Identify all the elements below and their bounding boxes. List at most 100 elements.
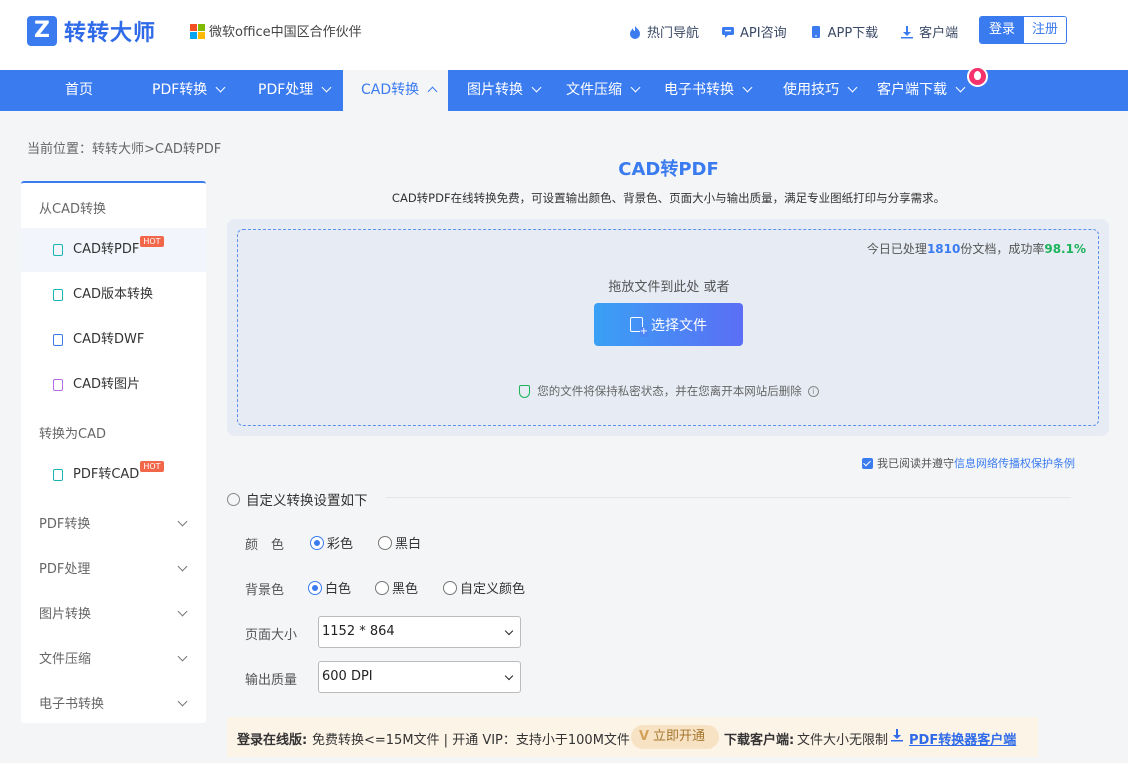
sidebar-section-ebook[interactable]: 电子书转换 [39, 693, 206, 712]
bg-radio-black[interactable]: 黑色 [375, 578, 418, 597]
promo-online-text: 免费转换<=15M文件 | 开通 VIP：支持小于100M文件 [312, 733, 630, 748]
chevron-down-icon [955, 82, 966, 93]
hot-fire-icon [967, 66, 988, 87]
info-icon[interactable]: i [807, 385, 819, 397]
image-icon [53, 379, 63, 391]
top-bar: 转转大师 微软office中国区合作伙伴 热门导航 API咨询 APP下载 客户… [0, 0, 1128, 70]
color-label: 颜 色 [245, 538, 285, 553]
file-icon [53, 334, 63, 346]
client-download-link[interactable]: PDF转换器客户端 [909, 729, 1016, 748]
nav-tips[interactable]: 使用技巧 [783, 70, 858, 111]
chevron-down-icon [504, 626, 514, 636]
divider [386, 497, 1071, 498]
sidebar-group-from-cad: 从CAD转换 [39, 202, 106, 217]
radio-icon [375, 580, 389, 595]
login-button[interactable]: 登录 [980, 17, 1024, 43]
chevron-down-icon [531, 82, 542, 93]
register-button[interactable]: 注册 [1024, 17, 1066, 43]
promo-client-label: 下载客户端: [724, 733, 795, 748]
top-link-hot-nav[interactable]: 热门导航 [628, 22, 699, 41]
privacy-note: 您的文件将保持私密状态，并在您离开本网站后删除 i [238, 383, 1100, 399]
nav-client-download[interactable]: 客户端下载 [877, 70, 966, 111]
breadcrumb: 当前位置：转转大师>CAD转PDF [27, 142, 222, 157]
quality-label: 输出质量 [245, 673, 298, 688]
vip-button[interactable]: 立即开通 [631, 725, 719, 749]
select-file-button[interactable]: 选择文件 [594, 303, 743, 346]
sidebar-section-compress[interactable]: 文件压缩 [39, 648, 206, 667]
sidebar-group-to-cad: 转换为CAD [39, 427, 106, 442]
radio-icon [443, 580, 457, 595]
background-label: 背景色 [245, 583, 285, 598]
sidebar-section-pdf-process[interactable]: PDF处理 [39, 558, 206, 577]
logo-icon [27, 16, 57, 46]
chevron-down-icon [742, 82, 753, 93]
bg-radio-custom[interactable]: 自定义颜色 [443, 578, 525, 597]
chevron-down-icon [504, 671, 514, 681]
gear-icon [227, 492, 240, 506]
download-icon [901, 25, 914, 38]
bg-radio-white[interactable]: 白色 [308, 578, 351, 597]
download-icon [891, 729, 903, 742]
logo-text: 转转大师 [64, 21, 157, 46]
nav-ebook[interactable]: 电子书转换 [664, 70, 753, 111]
phone-icon [811, 25, 820, 38]
processing-stats: 今日已处理1810份文档，成功率98.1% [866, 242, 1086, 256]
microsoft-icon [190, 23, 205, 39]
nav-cad-convert[interactable]: CAD转换 [343, 70, 448, 111]
sidebar-item-cad-to-dwf[interactable]: CAD转DWF [21, 318, 206, 362]
chevron-down-icon [321, 82, 332, 93]
agreement: 我已阅读并遵守 信息网络传播权保护条例 [862, 455, 1075, 471]
drop-zone[interactable]: 今日已处理1810份文档，成功率98.1% 拖放文件到此处 或者 选择文件 您的… [237, 229, 1099, 426]
nav-pdf-convert[interactable]: PDF转换 [152, 70, 226, 111]
page-size-select[interactable]: 1152 * 864 [318, 616, 521, 648]
nav-image-convert[interactable]: 图片转换 [467, 70, 542, 111]
settings-heading: 自定义转换设置如下 [227, 489, 368, 509]
partner-badge: 微软office中国区合作伙伴 [190, 21, 362, 40]
add-file-icon [630, 317, 648, 337]
file-icon [53, 289, 63, 301]
hot-badge: HOT [140, 461, 164, 472]
color-radio-bw[interactable]: 黑白 [378, 533, 421, 552]
sidebar-item-cad-version[interactable]: CAD版本转换 [21, 273, 206, 317]
chevron-down-icon [847, 82, 858, 93]
chevron-down-icon [630, 82, 641, 93]
drop-hint: 拖放文件到此处 或者 [608, 280, 730, 295]
top-links: 热门导航 API咨询 APP下载 客户端 [628, 22, 980, 41]
color-radio-color[interactable]: 彩色 [310, 533, 353, 552]
radio-icon [308, 580, 322, 595]
sidebar-section-pdf-convert[interactable]: PDF转换 [39, 513, 206, 532]
file-icon [53, 469, 63, 481]
chevron-down-icon [177, 651, 188, 662]
chevron-down-icon [177, 606, 188, 617]
chevron-down-icon [177, 516, 188, 527]
chevron-down-icon [177, 561, 188, 572]
nav-compress[interactable]: 文件压缩 [566, 70, 641, 111]
promo-online-label: 登录在线版: [237, 733, 308, 748]
sidebar-item-pdf-to-cad[interactable]: PDF转CADHOT [21, 453, 206, 497]
sidebar-section-image-convert[interactable]: 图片转换 [39, 603, 206, 622]
radio-icon [310, 535, 324, 550]
logo[interactable]: 转转大师 [27, 15, 156, 47]
file-icon [53, 244, 63, 256]
radio-icon [378, 535, 392, 550]
nav-pdf-process[interactable]: PDF处理 [258, 70, 332, 111]
top-link-app[interactable]: APP下载 [809, 22, 878, 41]
success-rate: 98.1% [1044, 242, 1086, 256]
sidebar-item-cad-to-image[interactable]: CAD转图片 [21, 363, 206, 407]
quality-select[interactable]: 600 DPI [318, 661, 521, 693]
promo-bar: 登录在线版: 免费转换<=15M文件 | 开通 VIP：支持小于100M文件 立… [227, 717, 1038, 757]
top-link-api[interactable]: API咨询 [721, 22, 787, 41]
promo-client-text: 文件大小无限制 [797, 733, 889, 748]
fire-icon [630, 25, 640, 39]
page-title: CAD转PDF [618, 159, 719, 180]
top-link-client[interactable]: 客户端 [900, 22, 958, 41]
shield-icon [519, 384, 531, 398]
agree-checkbox[interactable] [862, 457, 873, 469]
agreement-link[interactable]: 信息网络传播权保护条例 [954, 455, 1075, 471]
hot-badge: HOT [140, 236, 164, 247]
nav-home[interactable]: 首页 [65, 70, 93, 111]
main-nav: 首页 PDF转换 PDF处理 CAD转换 图片转换 文件压缩 电子书转换 使用技… [0, 70, 1128, 111]
sidebar: 从CAD转换 CAD转PDFHOT CAD版本转换 CAD转DWF CAD转图片… [21, 181, 206, 723]
sidebar-item-cad-to-pdf[interactable]: CAD转PDFHOT [21, 228, 206, 272]
chevron-down-icon [177, 696, 188, 707]
